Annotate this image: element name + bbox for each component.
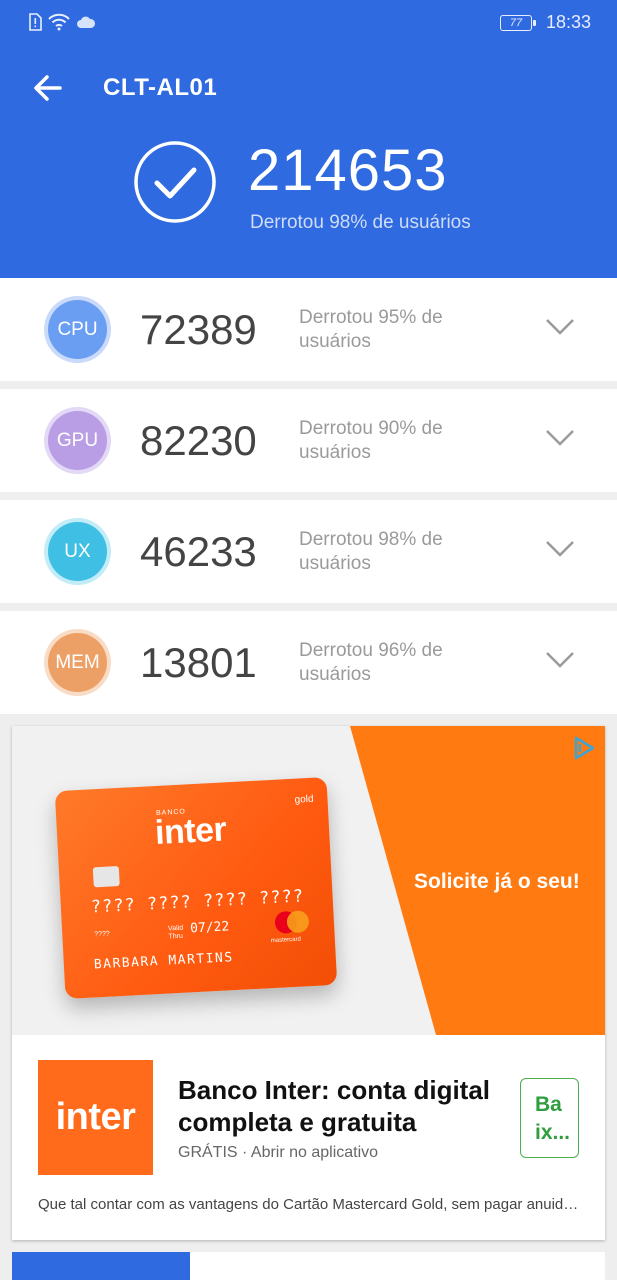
gpu-badge-label: GPU <box>48 411 107 470</box>
check-circle-icon <box>134 141 216 223</box>
card-tier: gold <box>294 793 314 806</box>
mastercard-logo-icon <box>274 910 309 934</box>
back-arrow-icon[interactable] <box>28 68 68 108</box>
chevron-down-icon[interactable] <box>544 316 576 338</box>
next-card <box>12 1252 605 1280</box>
cloud-icon <box>77 16 96 28</box>
ad-description: Que tal contar com as vantagens do Cartã… <box>38 1196 584 1213</box>
credit-card-image: BANCO inter gold ???? ???? ???? ???? ???… <box>54 777 338 999</box>
gpu-score: 82230 <box>140 417 257 464</box>
ad-title[interactable]: Banco Inter: conta digital completa e gr… <box>178 1074 508 1138</box>
ux-badge-label: UX <box>48 522 107 581</box>
battery-level: 77 <box>509 16 523 29</box>
ad-card[interactable]: Solicite já o seu! BANCO inter gold ????… <box>12 726 605 1240</box>
cpu-badge: CPU <box>44 296 111 363</box>
adchoices-icon[interactable] <box>569 734 597 762</box>
wifi-icon <box>48 13 70 31</box>
gpu-rank: Derrotou 90% de usuários <box>299 418 443 463</box>
ad-meta: GRÁTIS · Abrir no aplicativo <box>178 1144 379 1161</box>
total-score-subtitle: Derrotou 98% de usuários <box>250 212 471 233</box>
credit-card: BANCO inter gold ???? ???? ???? ???? ???… <box>54 777 338 999</box>
card-valid-label: Valid Thru <box>167 924 184 941</box>
card-chip-icon <box>92 866 120 888</box>
status-icons-left <box>28 13 96 31</box>
status-bar: 77 18:33 <box>0 0 617 46</box>
chevron-down-icon[interactable] <box>544 427 576 449</box>
card-brand: inter <box>154 810 228 853</box>
cpu-badge-label: CPU <box>48 300 107 359</box>
page-title: CLT-AL01 <box>103 74 218 101</box>
alert-sim-icon <box>29 13 42 31</box>
install-button[interactable]: Ba ix... <box>520 1078 579 1158</box>
card-expiry: 07/22 <box>189 919 230 937</box>
card-network: mastercard <box>270 936 302 945</box>
mem-rank: Derrotou 96% de usuários <box>299 640 443 685</box>
ux-score: 46233 <box>140 528 257 575</box>
cpu-score: 72389 <box>140 306 257 353</box>
score-row-gpu[interactable]: GPU 82230 Derrotou 90% de usuários <box>0 389 617 492</box>
mem-badge-label: MEM <box>48 633 107 692</box>
score-row-ux[interactable]: UX 46233 Derrotou 98% de usuários <box>0 500 617 603</box>
card-holder: BARBARA MARTINS <box>93 950 234 973</box>
app-logo[interactable]: inter <box>38 1060 153 1175</box>
card-small-code: ???? <box>94 930 111 939</box>
score-row-mem[interactable]: MEM 13801 Derrotou 96% de usuários <box>0 611 617 714</box>
score-row-cpu[interactable]: CPU 72389 Derrotou 95% de usuários <box>0 278 617 381</box>
cpu-rank: Derrotou 95% de usuários <box>299 307 443 352</box>
mem-score: 13801 <box>140 639 257 686</box>
mem-badge: MEM <box>44 629 111 696</box>
chevron-down-icon[interactable] <box>544 649 576 671</box>
next-card-tab[interactable] <box>12 1252 190 1280</box>
ad-slogan: Solicite já o seu! <box>414 870 580 893</box>
clock: 18:33 <box>545 12 591 32</box>
app-header: 77 18:33 CLT-AL01 214653 Derrotou 98% de… <box>0 0 617 278</box>
total-score: 214653 <box>248 138 448 203</box>
battery-icon: 77 <box>499 14 536 31</box>
ux-badge: UX <box>44 518 111 585</box>
ux-rank: Derrotou 98% de usuários <box>299 529 443 574</box>
gpu-badge: GPU <box>44 407 111 474</box>
ad-banner[interactable]: Solicite já o seu! BANCO inter gold ????… <box>12 726 605 1035</box>
chevron-down-icon[interactable] <box>544 538 576 560</box>
status-icons-right: 77 18:33 <box>499 12 591 33</box>
